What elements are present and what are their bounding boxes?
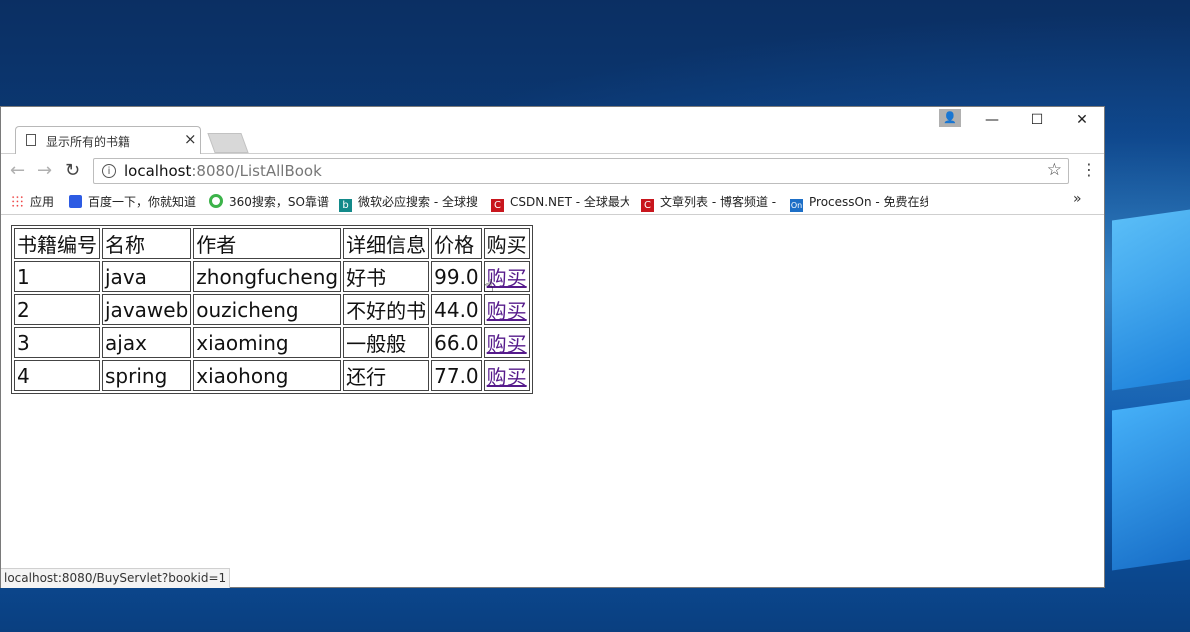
cell-name: ajax bbox=[102, 327, 192, 358]
table-row: 3 ajax xiaoming 一般般 66.0 购买 bbox=[14, 327, 530, 358]
header-author: 作者 bbox=[193, 228, 342, 259]
menu-dots-icon[interactable]: ⋮ bbox=[1081, 160, 1097, 179]
bookmark-label: 应用 bbox=[30, 195, 55, 209]
bookmark-csdn[interactable]: C CSDN.NET - 全球最大 bbox=[491, 193, 629, 212]
bookmark-label: ProcessOn - 免费在线 bbox=[809, 195, 928, 209]
cell-price: 66.0 bbox=[431, 327, 482, 358]
baidu-paw-icon bbox=[69, 195, 82, 208]
buy-link[interactable]: 购买 bbox=[487, 365, 527, 389]
processon-icon: On bbox=[790, 199, 803, 212]
table-row: 1 java zhongfucheng 好书 99.0 购买 bbox=[14, 261, 530, 292]
cell-price: 44.0 bbox=[431, 294, 482, 325]
table-row: 4 spring xiaohong 还行 77.0 购买 bbox=[14, 360, 530, 391]
buy-link[interactable]: 购买 bbox=[487, 332, 527, 356]
table-row: 2 javaweb ouzicheng 不好的书 44.0 购买 bbox=[14, 294, 530, 325]
cell-name: java bbox=[102, 261, 192, 292]
bookmark-label: 360搜索，SO靠谱 bbox=[229, 195, 329, 209]
bookmark-bing[interactable]: b 微软必应搜索 - 全球搜 bbox=[339, 193, 479, 212]
status-bar-link-preview: localhost:8080/BuyServlet?bookid=1 bbox=[1, 568, 231, 588]
cell-price: 99.0 bbox=[431, 261, 482, 292]
cell-buy: 购买 bbox=[483, 294, 530, 325]
tab-title: 显示所有的书籍 bbox=[46, 135, 131, 149]
url-path: :8080/ListAllBook bbox=[191, 162, 322, 180]
cell-detail: 不好的书 bbox=[343, 294, 430, 325]
windows-logo-pane-bottom bbox=[1112, 399, 1190, 571]
profile-icon[interactable]: 👤 bbox=[939, 109, 961, 127]
cell-name: spring bbox=[102, 360, 192, 391]
cell-detail: 一般般 bbox=[343, 327, 430, 358]
title-bar: 显示所有的书籍 × 👤 — ☐ ✕ bbox=[1, 107, 1104, 154]
cell-name: javaweb bbox=[102, 294, 192, 325]
forward-arrow-icon[interactable]: → bbox=[37, 160, 52, 181]
buy-link[interactable]: 购买 bbox=[487, 299, 527, 323]
cell-detail: 好书 bbox=[343, 261, 430, 292]
cell-author: xiaohong bbox=[193, 360, 342, 391]
csdn-blog-icon: C bbox=[641, 199, 654, 212]
bookmarks-bar: 应用 百度一下，你就知道 360搜索，SO靠谱 b 微软必应搜索 - 全球搜 CC… bbox=[1, 188, 1104, 215]
csdn-icon: C bbox=[491, 199, 504, 212]
document-icon bbox=[26, 134, 36, 146]
apps-grid-icon bbox=[11, 195, 24, 208]
tab-active[interactable]: 显示所有的书籍 × bbox=[15, 126, 201, 154]
reload-icon[interactable]: ↻ bbox=[65, 160, 80, 181]
buy-link[interactable]: 购买 bbox=[487, 266, 527, 290]
cell-id: 1 bbox=[14, 261, 100, 292]
bookmark-csdn-blog[interactable]: C 文章列表 - 博客频道 - bbox=[641, 193, 779, 212]
browser-toolbar: ← → ↻ i localhost:8080/ListAllBook ☆ ⋮ bbox=[1, 154, 1104, 188]
tab-close-icon[interactable]: × bbox=[184, 130, 197, 148]
cell-detail: 还行 bbox=[343, 360, 430, 391]
cell-author: zhongfucheng bbox=[193, 261, 342, 292]
minimize-button[interactable]: — bbox=[977, 111, 1007, 129]
address-bar[interactable]: i localhost:8080/ListAllBook ☆ bbox=[93, 158, 1069, 184]
cell-id: 3 bbox=[14, 327, 100, 358]
cell-buy: 购买 bbox=[483, 360, 530, 391]
browser-window: 显示所有的书籍 × 👤 — ☐ ✕ ← → ↻ i localhost:8080… bbox=[0, 106, 1105, 588]
info-icon[interactable]: i bbox=[102, 164, 116, 178]
360-ring-icon bbox=[209, 194, 223, 208]
back-arrow-icon[interactable]: ← bbox=[10, 160, 25, 181]
bookmark-label: 百度一下，你就知道 bbox=[88, 195, 197, 209]
bing-icon: b bbox=[339, 199, 352, 212]
cell-id: 4 bbox=[14, 360, 100, 391]
header-detail: 详细信息 bbox=[343, 228, 430, 259]
bookmark-label: 文章列表 - 博客频道 - bbox=[660, 195, 777, 209]
cell-author: ouzicheng bbox=[193, 294, 342, 325]
url-text[interactable]: localhost:8080/ListAllBook bbox=[124, 162, 322, 180]
cell-buy: 购买 bbox=[483, 327, 530, 358]
bookmark-baidu[interactable]: 百度一下，你就知道 bbox=[69, 193, 196, 210]
maximize-button[interactable]: ☐ bbox=[1022, 111, 1052, 129]
books-table: 书籍编号 名称 作者 详细信息 价格 购买 1 java zhongfuchen… bbox=[11, 225, 533, 394]
table-header-row: 书籍编号 名称 作者 详细信息 价格 购买 bbox=[14, 228, 530, 259]
close-window-button[interactable]: ✕ bbox=[1067, 111, 1097, 129]
cell-price: 77.0 bbox=[431, 360, 482, 391]
bookmarks-overflow-icon[interactable]: » bbox=[1073, 191, 1082, 207]
bookmark-star-icon[interactable]: ☆ bbox=[1047, 160, 1062, 180]
bookmark-360[interactable]: 360搜索，SO靠谱 bbox=[209, 193, 329, 210]
windows-logo-pane-top bbox=[1112, 209, 1190, 391]
header-buy: 购买 bbox=[483, 228, 530, 259]
cell-buy: 购买 bbox=[483, 261, 530, 292]
new-tab-button[interactable] bbox=[207, 133, 249, 153]
header-price: 价格 bbox=[431, 228, 482, 259]
cell-author: xiaoming bbox=[193, 327, 342, 358]
url-host: localhost bbox=[124, 162, 192, 180]
bookmark-processon[interactable]: On ProcessOn - 免费在线 bbox=[790, 193, 928, 212]
header-name: 名称 bbox=[102, 228, 192, 259]
bookmark-apps[interactable]: 应用 bbox=[11, 193, 54, 210]
bookmark-label: 微软必应搜索 - 全球搜 bbox=[358, 195, 478, 209]
header-book-id: 书籍编号 bbox=[14, 228, 100, 259]
page-content: 书籍编号 名称 作者 详细信息 价格 购买 1 java zhongfuchen… bbox=[1, 215, 1104, 567]
bookmark-label: CSDN.NET - 全球最大 bbox=[510, 195, 629, 209]
cell-id: 2 bbox=[14, 294, 100, 325]
